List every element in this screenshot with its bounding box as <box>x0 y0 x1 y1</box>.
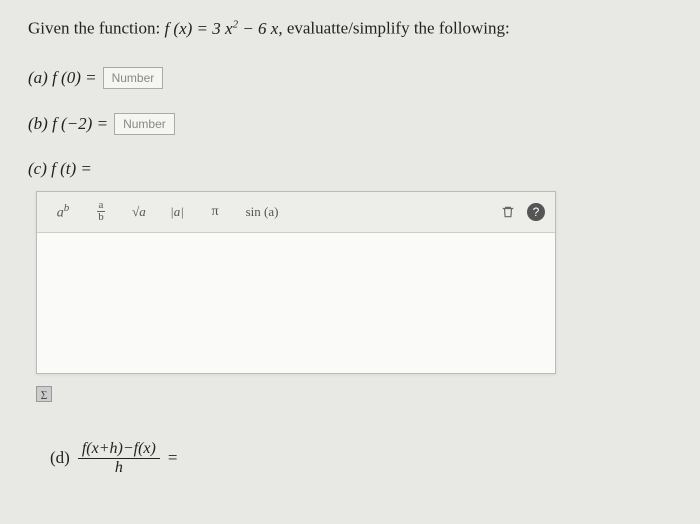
placeholder-text: Number <box>112 71 155 85</box>
equals-sign: = <box>168 448 178 468</box>
abs-button[interactable]: |a| <box>161 198 193 226</box>
math-editor: ab a b √a |a| π sin (a) ? <box>36 191 556 374</box>
trash-icon[interactable] <box>495 199 521 225</box>
prompt-suffix: evaluatte/simplify the following: <box>287 19 510 38</box>
part-a-label: (a) f (0) = <box>28 68 97 88</box>
fraction-button[interactable]: a b <box>85 198 117 226</box>
editor-toolbar: ab a b √a |a| π sin (a) ? <box>37 192 555 233</box>
equation-mode-icon[interactable]: ∑ <box>36 386 52 402</box>
part-b-label: (b) f (−2) = <box>28 114 108 134</box>
part-a: (a) f (0) = Number <box>28 67 672 89</box>
part-c-label: (c) f (t) = <box>28 159 92 179</box>
part-c: (c) f (t) = <box>28 159 672 179</box>
sin-button[interactable]: sin (a) <box>237 198 287 226</box>
pi-button[interactable]: π <box>199 198 231 226</box>
part-a-input[interactable]: Number <box>103 67 164 89</box>
help-icon[interactable]: ? <box>527 203 545 221</box>
difference-quotient: f(x+h)−f(x) h <box>78 440 160 477</box>
part-d: (d) f(x+h)−f(x) h = <box>50 440 672 477</box>
function-def: f (x) = 3 x2 − 6 x, <box>164 19 286 38</box>
part-d-label: (d) <box>50 448 70 468</box>
question-prompt: Given the function: f (x) = 3 x2 − 6 x, … <box>28 18 672 39</box>
placeholder-text: Number <box>123 117 166 131</box>
editor-textarea[interactable] <box>37 233 555 373</box>
part-b-input[interactable]: Number <box>114 113 175 135</box>
power-button[interactable]: ab <box>47 198 79 226</box>
sqrt-button[interactable]: √a <box>123 198 155 226</box>
prompt-prefix: Given the function: <box>28 19 164 38</box>
part-b: (b) f (−2) = Number <box>28 113 672 135</box>
